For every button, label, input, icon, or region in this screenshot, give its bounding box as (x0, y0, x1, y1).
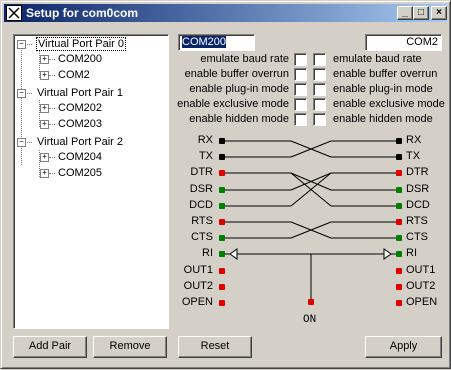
signal-label-left: DSR (189, 183, 213, 195)
signal-label-right: RTS (406, 215, 428, 227)
signal-pin-left[interactable] (219, 284, 225, 290)
signal-label-right: DCD (406, 199, 430, 211)
signal-pin-left[interactable] (219, 219, 225, 225)
on-pin[interactable] (308, 299, 314, 305)
signal-pin-right[interactable] (396, 300, 402, 306)
signal-label-right: RI (406, 247, 417, 259)
signal-label-left: OUT2 (183, 280, 213, 292)
signal-label-left: DTR (190, 166, 213, 178)
signal-pin-left[interactable] (219, 170, 225, 176)
add-pair-button[interactable]: Add Pair (13, 336, 87, 358)
signal-label-right: OPEN (406, 296, 438, 308)
signal-pin-right[interactable] (396, 138, 402, 144)
reset-button[interactable]: Reset (178, 336, 252, 358)
setup-window: Setup for com0com _ □ × − Virtual Port P… (0, 0, 451, 369)
signal-label-right: CTS (406, 231, 428, 243)
signal-label-left: DCD (189, 199, 213, 211)
signal-pin-left[interactable] (219, 300, 225, 306)
apply-button[interactable]: Apply (365, 336, 442, 358)
signal-pin-right[interactable] (396, 268, 402, 274)
signal-pin-right[interactable] (396, 203, 402, 209)
signal-pin-right[interactable] (396, 154, 402, 160)
signal-pin-right[interactable] (396, 187, 402, 193)
signal-pin-left[interactable] (219, 235, 225, 241)
signal-pin-left[interactable] (219, 187, 225, 193)
signal-label-left: TX (198, 150, 213, 162)
signal-label-left: RX (197, 134, 213, 146)
signal-label-left: RTS (191, 215, 213, 227)
signal-pin-left[interactable] (219, 251, 225, 257)
signal-label-right: RX (406, 134, 422, 146)
signal-pin-right[interactable] (396, 170, 402, 176)
remove-button[interactable]: Remove (93, 336, 167, 358)
signal-label-left: RI (202, 247, 213, 259)
signal-label-right: TX (406, 150, 421, 162)
signal-label-right: OUT2 (406, 280, 436, 292)
signal-label-right: DSR (406, 183, 430, 195)
ri-left-arrow-icon (229, 248, 238, 260)
signal-pin-right[interactable] (396, 219, 402, 225)
signal-label-left: CTS (191, 231, 213, 243)
signal-pin-left[interactable] (219, 203, 225, 209)
signal-pin-right[interactable] (396, 284, 402, 290)
signal-label-right: DTR (406, 166, 429, 178)
signal-wiring-diagram (219, 138, 402, 306)
signal-pin-right[interactable] (396, 235, 402, 241)
signal-label-left: OPEN (181, 296, 213, 308)
signal-pin-right[interactable] (396, 251, 402, 257)
signal-pin-left[interactable] (219, 154, 225, 160)
signal-pin-left[interactable] (219, 268, 225, 274)
on-label: ON (303, 314, 317, 326)
signal-pin-left[interactable] (219, 138, 225, 144)
signal-label-left: OUT1 (183, 264, 213, 276)
signal-label-right: OUT1 (406, 264, 436, 276)
ri-right-arrow-icon (383, 248, 392, 260)
